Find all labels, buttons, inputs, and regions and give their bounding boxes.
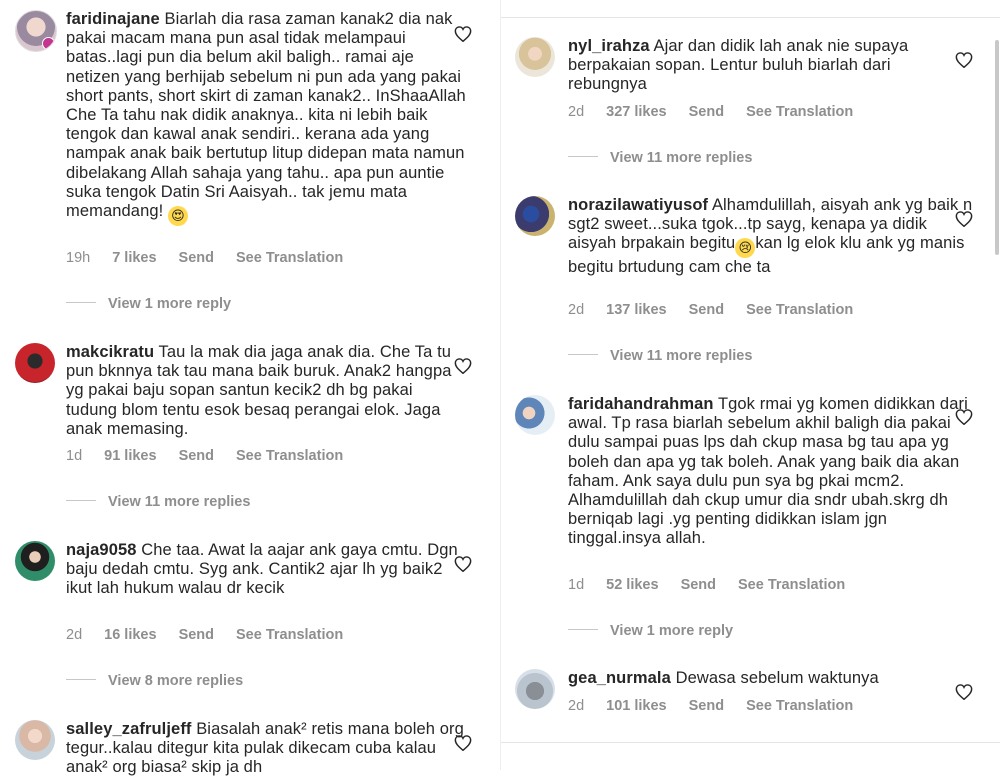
comment-time: 2d bbox=[568, 104, 585, 120]
see-translation-link[interactable]: See Translation bbox=[236, 448, 343, 464]
avatar[interactable] bbox=[515, 37, 555, 77]
comment-text-block: gea_nurmala Dewasa sebelum waktunya bbox=[568, 669, 973, 688]
comment-time: 2d bbox=[66, 627, 83, 643]
view-replies-button[interactable]: View 1 more reply bbox=[568, 623, 733, 639]
send-button[interactable]: Send bbox=[179, 250, 214, 266]
send-button[interactable]: Send bbox=[689, 104, 724, 120]
comment-text-block: naja9058 Che taa. Awat la aajar ank gaya… bbox=[66, 541, 466, 599]
comment-meta: 2d 327 likes Send See Translation bbox=[568, 104, 875, 120]
heart-eyes-emoji: 😍 bbox=[168, 206, 188, 227]
view-replies-button[interactable]: View 11 more replies bbox=[568, 150, 752, 166]
comment-username[interactable]: makcikratu bbox=[66, 343, 154, 361]
replies-divider bbox=[568, 628, 598, 630]
comment-username[interactable]: faridahandrahman bbox=[568, 395, 714, 413]
comment-text-block: faridahandrahman Tgok rmai yg komen didi… bbox=[568, 395, 973, 549]
like-heart-icon[interactable] bbox=[955, 409, 973, 425]
like-heart-icon[interactable] bbox=[454, 26, 472, 42]
comment-text: Dewasa sebelum waktunya bbox=[675, 669, 879, 687]
see-translation-link[interactable]: See Translation bbox=[746, 698, 853, 714]
like-heart-icon[interactable] bbox=[955, 52, 973, 68]
see-translation-link[interactable]: See Translation bbox=[236, 627, 343, 643]
scrollbar[interactable] bbox=[995, 40, 999, 255]
view-replies-button[interactable]: View 11 more replies bbox=[568, 348, 752, 364]
comment-time: 19h bbox=[66, 250, 91, 266]
see-translation-link[interactable]: See Translation bbox=[746, 104, 853, 120]
comment-time: 1d bbox=[568, 577, 585, 593]
divider bbox=[501, 742, 1000, 743]
comment-username[interactable]: norazilawatiyusof bbox=[568, 196, 708, 214]
avatar[interactable] bbox=[515, 669, 555, 709]
comment-username[interactable]: faridinajane bbox=[66, 10, 160, 28]
comment-username[interactable]: naja9058 bbox=[66, 541, 137, 559]
replies-divider bbox=[568, 353, 598, 355]
comment-meta: 1d 52 likes Send See Translation bbox=[568, 577, 867, 593]
divider bbox=[501, 17, 1000, 18]
comment-username[interactable]: salley_zafruljeff bbox=[66, 720, 192, 738]
replies-divider bbox=[568, 155, 598, 157]
send-button[interactable]: Send bbox=[179, 448, 214, 464]
avatar[interactable] bbox=[15, 720, 55, 760]
comment-meta: 2d 137 likes Send See Translation bbox=[568, 302, 875, 318]
view-replies-label: View 11 more replies bbox=[610, 150, 753, 166]
comment-meta: 19h 7 likes Send See Translation bbox=[66, 250, 365, 266]
comment-text-block: faridinajane Biarlah dia rasa zaman kana… bbox=[66, 10, 466, 227]
comment-meta: 2d 101 likes Send See Translation bbox=[568, 698, 875, 714]
replies-divider bbox=[66, 301, 96, 303]
view-replies-button[interactable]: View 1 more reply bbox=[66, 296, 231, 312]
comments-column-right: nyl_irahza Ajar dan didik lah anak nie s… bbox=[500, 0, 1000, 770]
like-heart-icon[interactable] bbox=[454, 735, 472, 751]
comment-meta: 2d 16 likes Send See Translation bbox=[66, 627, 365, 643]
view-replies-label: View 1 more reply bbox=[610, 623, 734, 639]
like-heart-icon[interactable] bbox=[955, 684, 973, 700]
comment-text-block: norazilawatiyusof Alhamdulillah, aisyah … bbox=[568, 196, 973, 278]
comment-time: 2d bbox=[568, 698, 585, 714]
comment-text-block: nyl_irahza Ajar dan didik lah anak nie s… bbox=[568, 37, 973, 95]
view-replies-label: View 1 more reply bbox=[108, 296, 232, 312]
comment-time: 2d bbox=[568, 302, 585, 318]
avatar[interactable] bbox=[15, 10, 57, 52]
likes-count[interactable]: 327 likes bbox=[606, 104, 666, 120]
see-translation-link[interactable]: See Translation bbox=[746, 302, 853, 318]
likes-count[interactable]: 101 likes bbox=[606, 698, 666, 714]
view-replies-label: View 11 more replies bbox=[108, 494, 251, 510]
view-replies-label: View 11 more replies bbox=[610, 348, 753, 364]
likes-count[interactable]: 7 likes bbox=[112, 250, 156, 266]
crying-emoji: 😢 bbox=[735, 238, 756, 259]
like-heart-icon[interactable] bbox=[454, 358, 472, 374]
send-button[interactable]: Send bbox=[689, 302, 724, 318]
view-replies-label: View 8 more replies bbox=[108, 673, 244, 689]
like-heart-icon[interactable] bbox=[454, 556, 472, 572]
comment-text-block: makcikratu Tau la mak dia jaga anak dia.… bbox=[66, 343, 466, 439]
send-button[interactable]: Send bbox=[179, 627, 214, 643]
comment-time: 1d bbox=[66, 448, 83, 464]
likes-count[interactable]: 91 likes bbox=[104, 448, 156, 464]
send-button[interactable]: Send bbox=[689, 698, 724, 714]
likes-count[interactable]: 137 likes bbox=[606, 302, 666, 318]
avatar[interactable] bbox=[515, 196, 555, 236]
replies-divider bbox=[66, 678, 96, 680]
avatar[interactable] bbox=[15, 343, 55, 383]
avatar[interactable] bbox=[15, 541, 55, 581]
comment-text-block: salley_zafruljeff Biasalah anak² retis m… bbox=[66, 720, 466, 778]
comments-column-left: faridinajane Biarlah dia rasa zaman kana… bbox=[0, 0, 490, 776]
likes-count[interactable]: 52 likes bbox=[606, 577, 658, 593]
comment-username[interactable]: nyl_irahza bbox=[568, 37, 650, 55]
view-replies-button[interactable]: View 8 more replies bbox=[66, 673, 243, 689]
like-heart-icon[interactable] bbox=[955, 211, 973, 227]
see-translation-link[interactable]: See Translation bbox=[738, 577, 845, 593]
avatar[interactable] bbox=[515, 395, 555, 435]
comment-username[interactable]: gea_nurmala bbox=[568, 669, 671, 687]
comment-text: Biarlah dia rasa zaman kanak2 dia nak pa… bbox=[66, 10, 466, 221]
replies-divider bbox=[66, 499, 96, 501]
comment-text: Tgok rmai yg komen didikkan dari awal. T… bbox=[568, 395, 968, 548]
see-translation-link[interactable]: See Translation bbox=[236, 250, 343, 266]
comment-meta: 1d 91 likes Send See Translation bbox=[66, 448, 365, 464]
likes-count[interactable]: 16 likes bbox=[104, 627, 156, 643]
send-button[interactable]: Send bbox=[681, 577, 716, 593]
view-replies-button[interactable]: View 11 more replies bbox=[66, 494, 250, 510]
